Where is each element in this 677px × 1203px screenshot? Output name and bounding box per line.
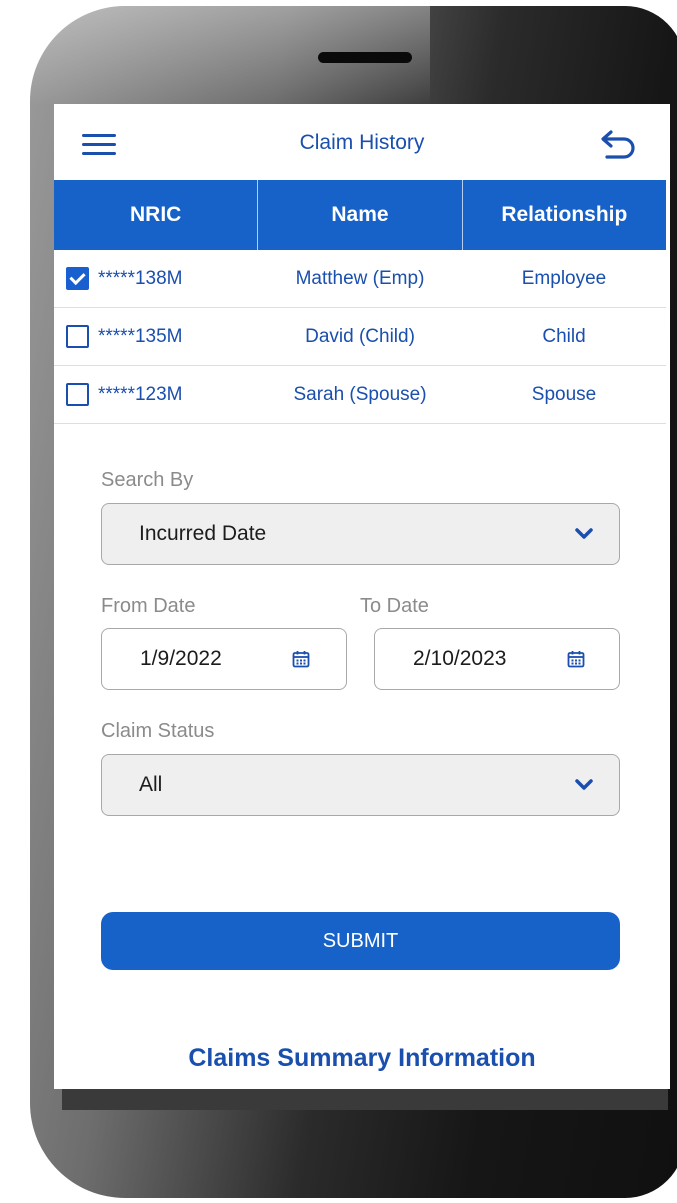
app-header: Claim History bbox=[54, 104, 670, 180]
row-checkbox[interactable] bbox=[66, 267, 89, 290]
submit-button[interactable]: SUBMIT bbox=[101, 912, 620, 970]
nric-cell: *****123M bbox=[98, 383, 183, 405]
nric-cell: *****135M bbox=[98, 325, 183, 347]
claim-status-select[interactable]: All bbox=[101, 754, 620, 816]
table-row[interactable]: *****123M Sarah (Spouse) Spouse bbox=[54, 366, 666, 424]
search-by-select[interactable]: Incurred Date bbox=[101, 503, 620, 565]
relationship-cell: Spouse bbox=[531, 383, 597, 405]
undo-arrow-icon[interactable] bbox=[597, 124, 641, 164]
column-header-relationship: Relationship bbox=[501, 203, 628, 226]
from-date-field[interactable]: 1/9/2022 bbox=[101, 628, 347, 690]
to-date-field[interactable]: 2/10/2023 bbox=[374, 628, 620, 690]
claim-status-value: All bbox=[139, 773, 163, 796]
name-cell: David (Child) bbox=[305, 325, 415, 347]
column-header-name: Name bbox=[258, 180, 463, 250]
row-checkbox[interactable] bbox=[66, 383, 89, 406]
member-table-body: *****138M Matthew (Emp) Employee *****13… bbox=[54, 250, 666, 424]
claim-status-label: Claim Status bbox=[101, 720, 215, 742]
page-title: Claim History bbox=[299, 131, 425, 154]
phone-screen-edge bbox=[62, 1086, 668, 1110]
phone-speaker bbox=[318, 52, 412, 63]
phone-frame: Claim History NRIC Name Relationship ***… bbox=[0, 0, 677, 1203]
calendar-icon[interactable] bbox=[292, 650, 310, 668]
relationship-cell: Child bbox=[542, 325, 586, 347]
row-checkbox[interactable] bbox=[66, 325, 89, 348]
name-cell: Sarah (Spouse) bbox=[293, 383, 427, 405]
column-header-nric: NRIC bbox=[54, 180, 259, 250]
chevron-down-icon bbox=[575, 779, 593, 790]
nric-cell: *****138M bbox=[98, 267, 183, 289]
from-date-label: From Date bbox=[101, 595, 196, 617]
table-row[interactable]: *****138M Matthew (Emp) Employee bbox=[54, 250, 666, 308]
to-date-value: 2/10/2023 bbox=[413, 647, 507, 670]
name-cell: Matthew (Emp) bbox=[295, 267, 425, 289]
claims-summary-link[interactable]: Claims Summary Information bbox=[54, 1044, 670, 1073]
search-by-value: Incurred Date bbox=[139, 522, 267, 545]
table-row[interactable]: *****135M David (Child) Child bbox=[54, 308, 666, 366]
member-table-header: NRIC Name Relationship bbox=[54, 180, 666, 250]
relationship-cell: Employee bbox=[521, 267, 607, 289]
to-date-label: To Date bbox=[360, 595, 429, 617]
search-by-label: Search By bbox=[101, 469, 194, 491]
from-date-value: 1/9/2022 bbox=[140, 647, 222, 670]
chevron-down-icon bbox=[575, 528, 593, 539]
app-screen: Claim History NRIC Name Relationship ***… bbox=[54, 104, 670, 1089]
calendar-icon[interactable] bbox=[567, 650, 585, 668]
